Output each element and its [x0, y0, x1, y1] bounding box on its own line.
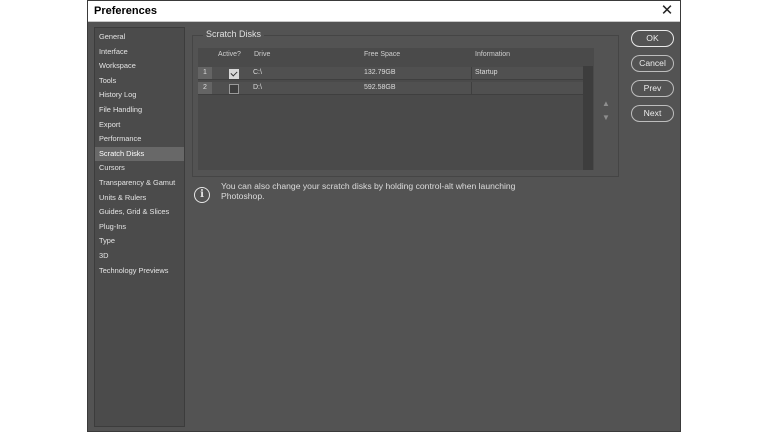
prev-button[interactable]: Prev — [631, 80, 674, 97]
sidebar-item-guides-grid-slices[interactable]: Guides, Grid & Slices — [95, 205, 184, 219]
ok-button[interactable]: OK — [631, 30, 674, 47]
sidebar-item-interface[interactable]: Interface — [95, 45, 184, 59]
information-cell: Startup — [475, 69, 498, 76]
table-row[interactable]: 1 C:\ 132.79GB Startup — [198, 67, 583, 80]
sidebar-item-file-handling[interactable]: File Handling — [95, 103, 184, 117]
sidebar-item-3d[interactable]: 3D — [95, 249, 184, 263]
sidebar-item-export[interactable]: Export — [95, 118, 184, 132]
title-bar: Preferences ✕ — [88, 1, 680, 22]
sidebar-item-history-log[interactable]: History Log — [95, 88, 184, 102]
sidebar-item-scratch-disks[interactable]: Scratch Disks — [95, 146, 184, 161]
column-header-information: Information — [475, 51, 511, 58]
preferences-sidebar: General Interface Workspace Tools Histor… — [94, 27, 185, 427]
move-up-icon[interactable]: ▲ — [601, 99, 611, 108]
drive-cell: C:\ — [253, 69, 262, 76]
sidebar-item-technology-previews[interactable]: Technology Previews — [95, 264, 184, 278]
sidebar-item-units-rulers[interactable]: Units & Rulers — [95, 191, 184, 205]
sidebar-item-tools[interactable]: Tools — [95, 74, 184, 88]
next-button[interactable]: Next — [631, 105, 674, 122]
close-icon[interactable]: ✕ — [657, 2, 677, 20]
table-scrollbar[interactable] — [583, 66, 593, 170]
panel-title: Scratch Disks — [203, 29, 265, 39]
column-divider — [471, 67, 472, 79]
sidebar-item-cursors[interactable]: Cursors — [95, 161, 184, 175]
sidebar-item-transparency-gamut[interactable]: Transparency & Gamut — [95, 176, 184, 190]
info-icon: i — [194, 187, 210, 203]
free-space-cell: 592.58GB — [364, 84, 396, 91]
free-space-cell: 132.79GB — [364, 69, 396, 76]
sidebar-item-general[interactable]: General — [95, 30, 184, 44]
column-header-drive: Drive — [254, 51, 271, 58]
column-header-free-space: Free Space — [364, 51, 401, 58]
window-title: Preferences — [94, 5, 157, 17]
sidebar-item-performance[interactable]: Performance — [95, 132, 184, 146]
row-number: 2 — [198, 82, 212, 94]
active-checkbox[interactable] — [229, 84, 239, 94]
sidebar-item-plug-ins[interactable]: Plug-Ins — [95, 220, 184, 234]
info-message: You can also change your scratch disks b… — [221, 181, 516, 201]
drive-cell: D:\ — [253, 84, 262, 91]
move-down-icon[interactable]: ▼ — [601, 113, 611, 122]
preferences-dialog: Preferences ✕ General Interface Workspac… — [87, 0, 681, 432]
sidebar-item-type[interactable]: Type — [95, 234, 184, 248]
sidebar-item-workspace[interactable]: Workspace — [95, 59, 184, 73]
table-row[interactable]: 2 D:\ 592.58GB — [198, 82, 583, 95]
column-header-active: Active? — [218, 51, 241, 58]
cancel-button[interactable]: Cancel — [631, 55, 674, 72]
row-number: 1 — [198, 67, 212, 79]
column-divider — [471, 82, 472, 94]
active-checkbox[interactable] — [229, 69, 239, 79]
